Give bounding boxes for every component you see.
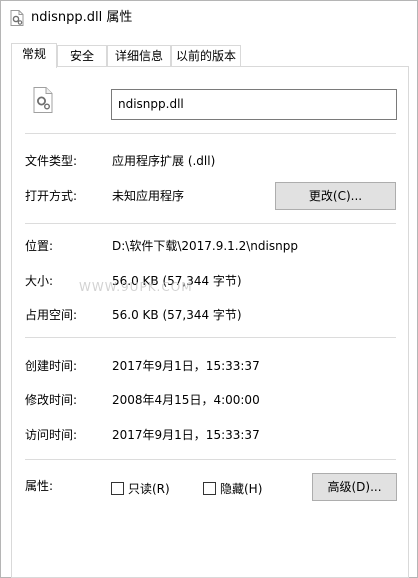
- tab-previous-versions[interactable]: 以前的版本: [171, 45, 241, 67]
- hidden-checkbox-box[interactable]: [203, 481, 216, 495]
- change-button[interactable]: 更改(C)...: [275, 182, 396, 210]
- created-value: 2017年9月1日，15:33:37: [112, 359, 260, 373]
- modified-label: 修改时间:: [25, 393, 78, 407]
- location-label: 位置:: [25, 239, 54, 253]
- title-bar[interactable]: ndisnpp.dll 属性: [1, 1, 417, 37]
- file-name-input[interactable]: ndisnpp.dll: [111, 89, 397, 120]
- tab-strip: 常规 安全 详细信息 以前的版本: [11, 43, 409, 68]
- tab-security[interactable]: 安全: [57, 45, 107, 67]
- open-with-value: 未知应用程序: [112, 189, 185, 203]
- attributes-label: 属性:: [25, 479, 54, 493]
- readonly-checkbox[interactable]: 只读(R): [111, 480, 170, 496]
- size-label: 大小:: [25, 274, 54, 288]
- file-type-label: 文件类型:: [25, 154, 78, 168]
- location-value: D:\软件下载\2017.9.1.2\ndisnpp: [112, 239, 298, 253]
- size-on-disk-value: 56.0 KB (57,344 字节): [112, 308, 242, 322]
- readonly-checkbox-box[interactable]: [111, 481, 124, 495]
- accessed-value: 2017年9月1日，15:33:37: [112, 428, 260, 442]
- hidden-checkbox-label: 隐藏(H): [220, 481, 263, 496]
- dll-file-icon: [33, 87, 53, 113]
- divider: [25, 459, 396, 460]
- divider: [25, 223, 396, 224]
- dll-gear-icon: [10, 10, 24, 26]
- accessed-label: 访问时间:: [25, 428, 78, 442]
- properties-window: ndisnpp.dll 属性 常规 安全 详细信息 以前的版本 ndisnpp.…: [0, 0, 418, 578]
- file-type-value: 应用程序扩展 (.dll): [112, 154, 216, 168]
- advanced-button[interactable]: 高级(D)...: [312, 473, 397, 501]
- divider: [25, 133, 396, 134]
- window-title: ndisnpp.dll 属性: [31, 10, 133, 25]
- divider: [25, 337, 396, 338]
- tab-details[interactable]: 详细信息: [107, 45, 171, 67]
- tab-general[interactable]: 常规: [11, 43, 57, 68]
- watermark: WWW.9UPK.COM: [79, 280, 193, 294]
- open-with-label: 打开方式:: [25, 189, 78, 203]
- size-on-disk-label: 占用空间:: [25, 308, 78, 322]
- readonly-checkbox-label: 只读(R): [128, 481, 170, 496]
- hidden-checkbox[interactable]: 隐藏(H): [203, 480, 262, 496]
- modified-value: 2008年4月15日，4:00:00: [112, 393, 260, 407]
- created-label: 创建时间:: [25, 359, 78, 373]
